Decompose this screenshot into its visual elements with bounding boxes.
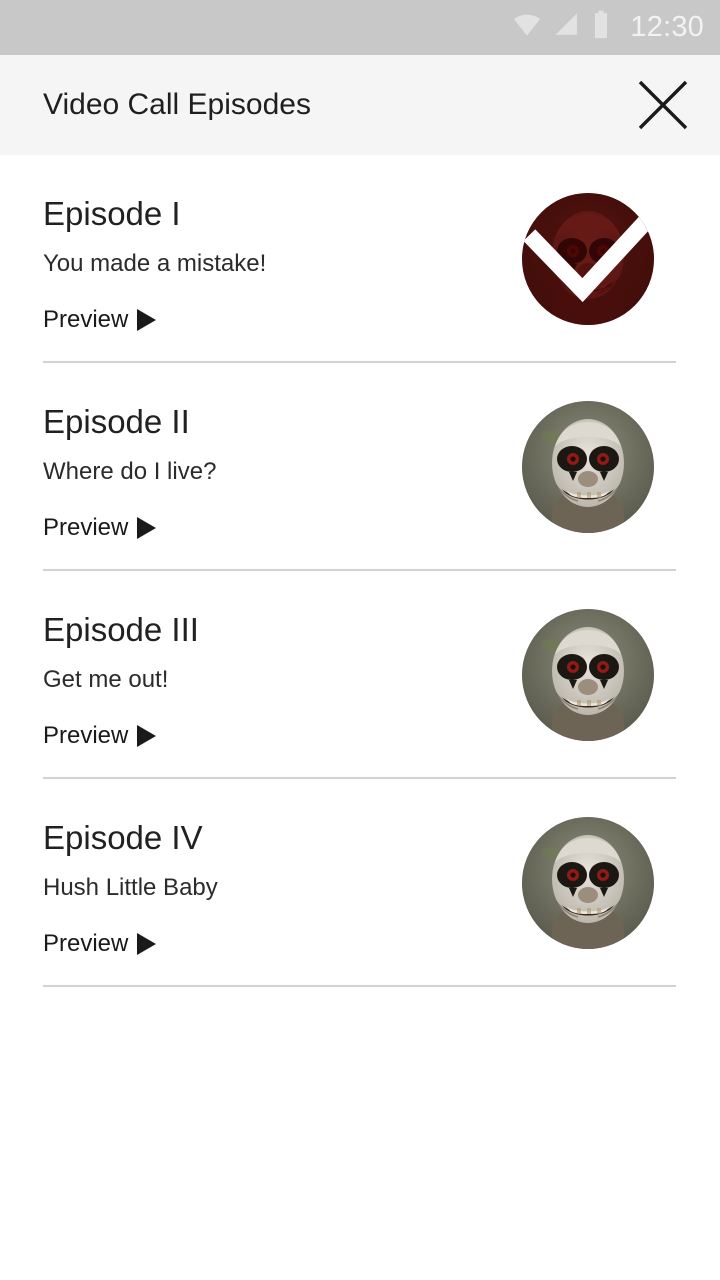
list-item[interactable]: Episode IV Hush Little Baby Preview <box>0 779 720 987</box>
play-icon <box>137 308 157 331</box>
episode-list: Episode I You made a mistake! Preview Ep… <box>0 155 720 1280</box>
page-title: Video Call Episodes <box>43 88 311 121</box>
list-item[interactable]: Episode III Get me out! Preview <box>0 571 720 779</box>
episode-subtitle: Where do I live? <box>43 458 217 485</box>
episode-text-block: Episode II Where do I live? Preview <box>43 363 463 540</box>
signal-icon <box>553 11 581 44</box>
wifi-icon <box>512 10 542 45</box>
clown-face-image <box>522 817 654 949</box>
status-bar-icons: 12:30 <box>512 10 704 45</box>
episode-text-block: Episode IV Hush Little Baby Preview <box>43 779 463 956</box>
clown-face-image <box>522 401 654 533</box>
list-item[interactable]: Episode I You made a mistake! Preview <box>0 155 720 363</box>
preview-label: Preview <box>43 306 129 333</box>
preview-button[interactable]: Preview <box>43 930 157 957</box>
episode-text-block: Episode I You made a mistake! Preview <box>43 155 463 332</box>
completed-check-overlay <box>522 193 654 325</box>
episode-title: Episode IV <box>43 819 203 856</box>
clown-face-image <box>522 609 654 741</box>
battery-icon <box>592 10 610 45</box>
play-icon <box>137 932 157 955</box>
avatar[interactable] <box>522 401 654 533</box>
avatar[interactable] <box>522 609 654 741</box>
preview-label: Preview <box>43 930 129 957</box>
episode-subtitle: You made a mistake! <box>43 250 267 277</box>
list-item[interactable]: Episode II Where do I live? Preview <box>0 363 720 571</box>
preview-label: Preview <box>43 722 129 749</box>
episode-subtitle: Hush Little Baby <box>43 874 218 901</box>
row-divider <box>43 985 676 987</box>
preview-button[interactable]: Preview <box>43 514 157 541</box>
status-bar: 12:30 <box>0 0 720 55</box>
play-icon <box>137 724 157 747</box>
avatar[interactable] <box>522 193 654 325</box>
episode-title: Episode I <box>43 195 181 232</box>
close-button[interactable] <box>626 68 700 142</box>
status-bar-time: 12:30 <box>630 11 704 43</box>
preview-label: Preview <box>43 514 129 541</box>
episode-title: Episode II <box>43 403 190 440</box>
episode-title: Episode III <box>43 611 199 648</box>
check-icon <box>523 214 653 303</box>
episode-text-block: Episode III Get me out! Preview <box>43 571 463 748</box>
close-icon <box>638 80 688 130</box>
preview-button[interactable]: Preview <box>43 722 157 749</box>
preview-button[interactable]: Preview <box>43 306 157 333</box>
episode-subtitle: Get me out! <box>43 666 169 693</box>
toolbar: Video Call Episodes <box>0 55 720 155</box>
avatar[interactable] <box>522 817 654 949</box>
play-icon <box>137 516 157 539</box>
